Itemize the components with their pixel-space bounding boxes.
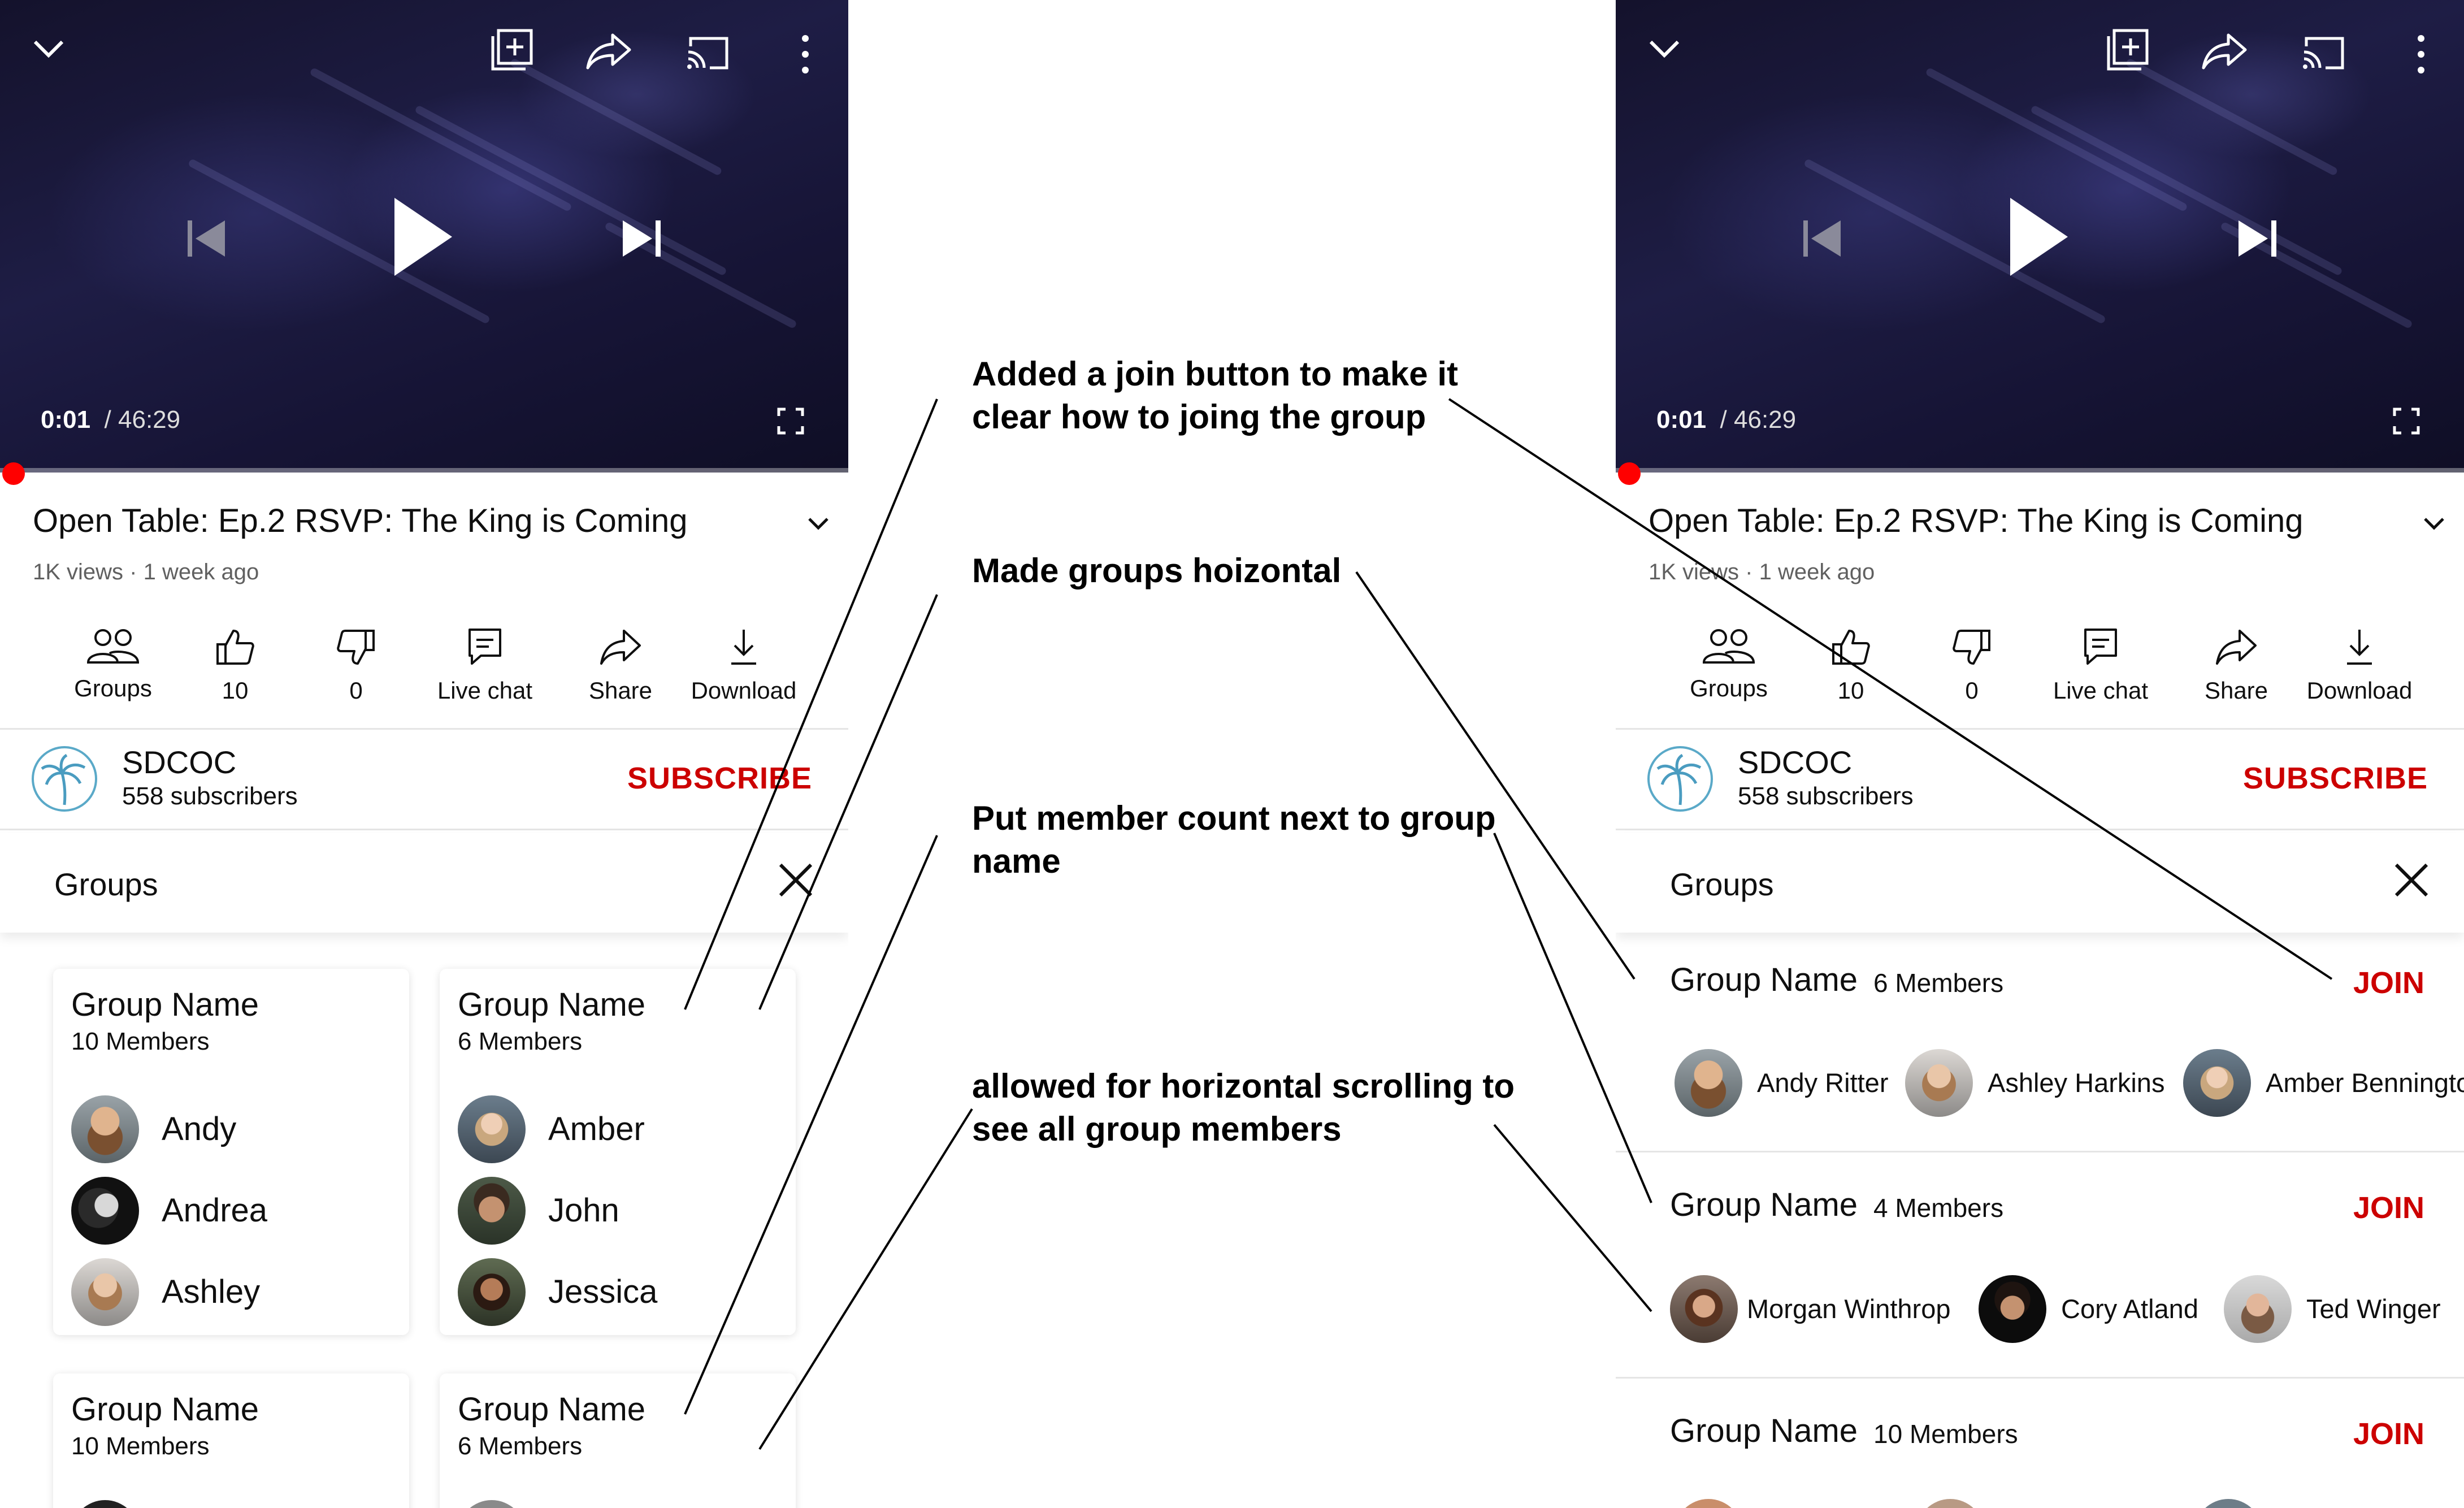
annotation-connector-lines bbox=[684, 398, 2333, 1450]
